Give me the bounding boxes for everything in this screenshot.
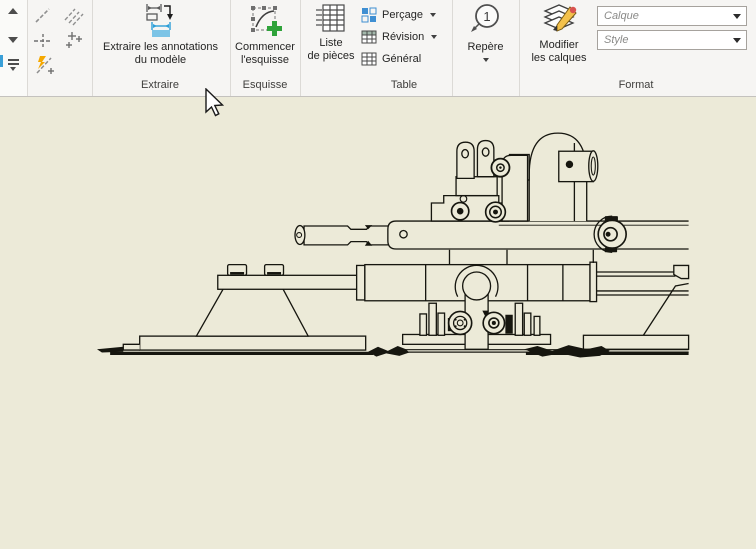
layer-combobox-placeholder: Calque — [604, 10, 639, 22]
dropdown-arrow-icon[interactable] — [431, 35, 438, 39]
centerline-tool-icon[interactable] — [33, 6, 53, 31]
mouse-cursor — [205, 88, 225, 117]
ribbon-scroll-strip — [0, 0, 28, 96]
general-table-label: Général — [382, 53, 422, 65]
group-separator — [92, 0, 93, 96]
balloon-button[interactable]: 1 Repère — [454, 2, 517, 76]
general-table-icon — [361, 52, 377, 66]
trunnion-beam — [294, 215, 689, 265]
extract-annotations-icon — [145, 4, 173, 37]
parts-list-label-1: Liste — [319, 37, 343, 49]
general-table-button[interactable]: Général — [361, 49, 453, 69]
balloon-icon: 1 — [470, 4, 499, 32]
recoil-cylinder — [355, 261, 690, 303]
ribbon-collapse-icon[interactable] — [8, 59, 19, 71]
start-sketch-label-1: Commencer — [235, 41, 295, 53]
balloon-dropdown-icon[interactable] — [482, 58, 489, 62]
revision-table-button[interactable]: Révision — [361, 27, 453, 47]
hole-table-label: Perçage — [382, 9, 423, 21]
group-label-esquisse: Esquisse — [242, 79, 288, 91]
start-sketch-icon — [251, 6, 282, 36]
edit-layers-label-2: les calques — [531, 52, 587, 64]
ribbon: Extraire les annotations du modèle Extra… — [0, 0, 756, 97]
layer-combobox[interactable]: Calque — [597, 6, 747, 26]
extract-annotations-label-1: Extraire les annotations — [103, 41, 218, 53]
edit-layers-icon — [543, 4, 577, 32]
edit-layers-button[interactable]: Modifier les calques — [521, 2, 597, 76]
balloon-label: Repère — [467, 41, 504, 53]
revision-table-label: Révision — [382, 31, 425, 43]
style-combobox-placeholder: Style — [604, 34, 629, 46]
group-separator — [230, 0, 231, 96]
drawing-canvas[interactable] — [0, 97, 756, 544]
hole-table-icon — [361, 7, 377, 23]
group-label-format: Format — [618, 79, 654, 91]
scroll-down-icon[interactable] — [8, 37, 18, 43]
group-separator — [452, 0, 453, 96]
top-mechanism — [430, 132, 599, 223]
group-separator — [300, 0, 301, 96]
edit-layers-label-1: Modifier — [539, 39, 579, 51]
parts-list-button[interactable]: Liste de pièces — [302, 2, 360, 76]
group-label-table: Table — [390, 79, 418, 91]
group-label-extraire: Extraire — [141, 79, 179, 91]
chevron-down-icon[interactable] — [733, 13, 741, 19]
centered-pattern-tool-icon[interactable] — [63, 30, 85, 57]
group-separator — [519, 0, 520, 96]
style-combobox[interactable]: Style — [597, 30, 747, 50]
parts-list-icon — [316, 4, 345, 32]
dropdown-arrow-icon[interactable] — [429, 13, 436, 17]
start-sketch-button[interactable]: Commencer l'esquisse — [232, 2, 298, 76]
traverse-bar — [217, 263, 361, 290]
hatch-lines-tool-icon[interactable] — [63, 6, 85, 31]
technical-drawing — [96, 132, 690, 358]
chevron-down-icon[interactable] — [733, 37, 741, 43]
scroll-up-icon[interactable] — [8, 8, 18, 14]
parts-list-label-2: de pièces — [307, 50, 355, 62]
extract-model-annotations-button[interactable]: Extraire les annotations du modèle — [94, 2, 227, 76]
extract-annotations-label-2: du modèle — [134, 54, 187, 66]
automated-centerlines-tool-icon[interactable] — [33, 53, 57, 82]
revision-table-icon — [361, 30, 377, 44]
hole-table-button[interactable]: Perçage — [361, 5, 453, 25]
balloon-number: 1 — [483, 9, 490, 24]
start-sketch-label-2: l'esquisse — [241, 54, 289, 66]
clipped-panel-icon — [0, 55, 3, 67]
